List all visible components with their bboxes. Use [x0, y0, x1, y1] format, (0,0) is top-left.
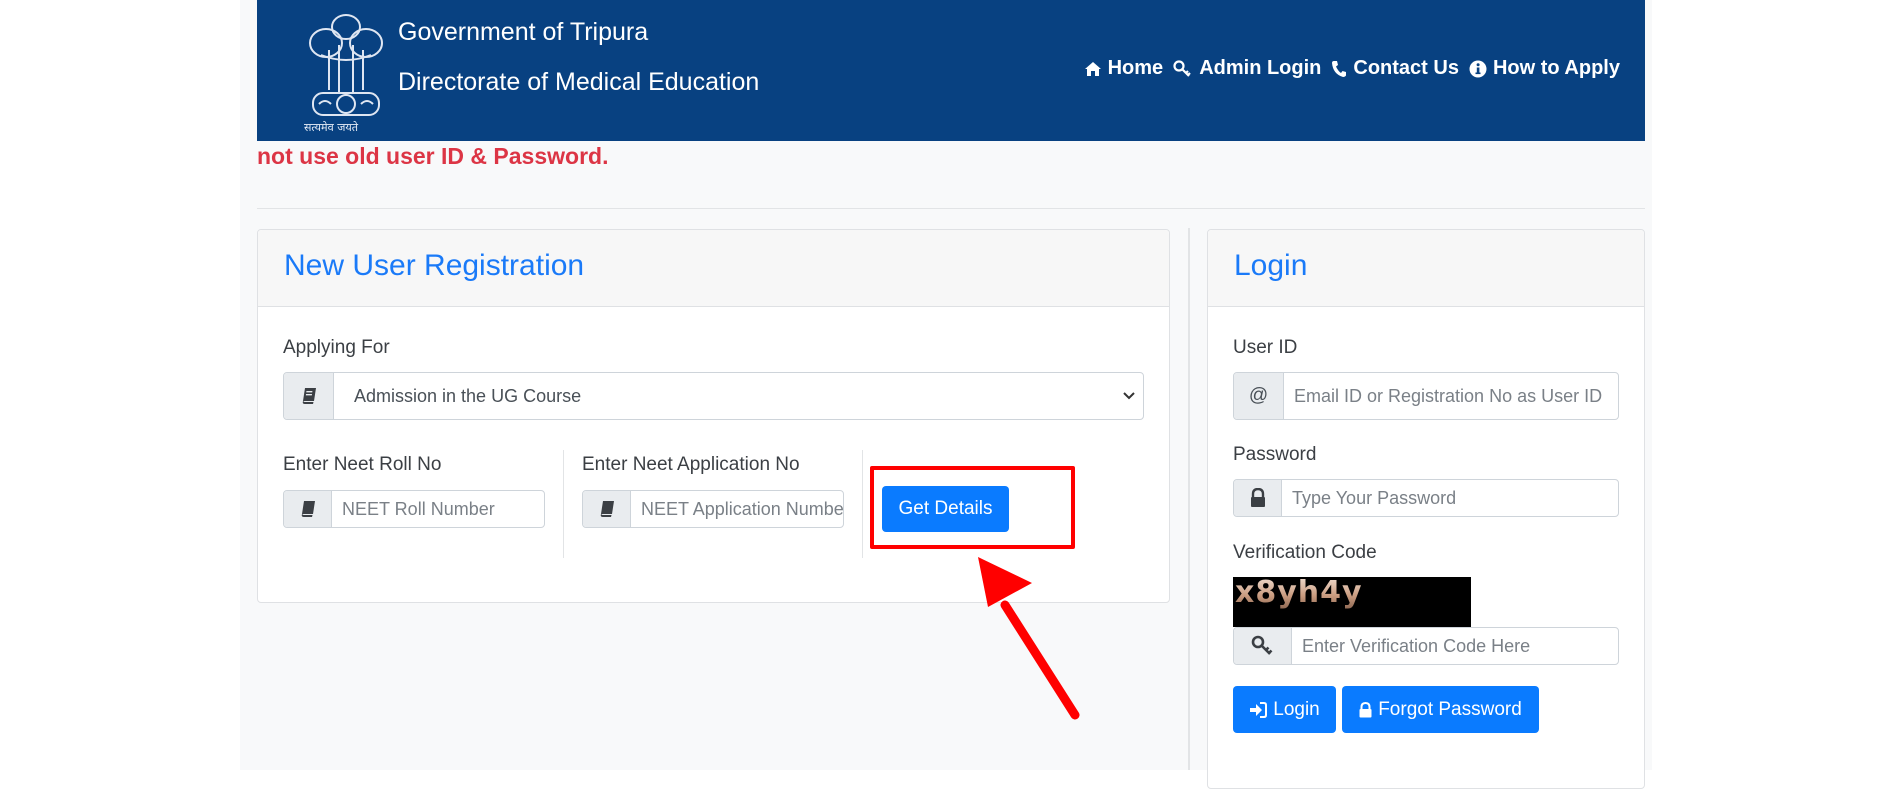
neet-roll-label: Enter Neet Roll No [283, 454, 442, 475]
at-sign-icon: @ [1234, 373, 1284, 419]
column-separator [862, 450, 863, 558]
user-id-input[interactable]: @ Email ID or Registration No as User ID [1233, 372, 1619, 420]
nav-admin-login[interactable]: Admin Login [1173, 57, 1321, 80]
nav-how-to-apply[interactable]: How to Apply [1469, 57, 1620, 80]
neet-application-placeholder: NEET Application Number [641, 498, 843, 519]
notice-marquee: not use old user ID & Password. [257, 143, 1645, 173]
home-icon [1084, 61, 1101, 76]
book-icon [284, 491, 332, 527]
captcha-text: x8yh4y [1235, 577, 1363, 610]
lock-icon [1359, 701, 1372, 717]
user-id-label: User ID [1233, 337, 1298, 358]
phone-icon [1332, 60, 1347, 77]
verification-code-label: Verification Code [1233, 542, 1377, 563]
neet-application-input[interactable]: NEET Application Number [582, 490, 844, 528]
national-emblem-icon [309, 14, 383, 116]
notice-text: not use old user ID & Password. [257, 143, 609, 169]
key-icon [1173, 59, 1191, 77]
verification-code-placeholder: Enter Verification Code Here [1302, 635, 1531, 656]
registration-card-header: New User Registration [258, 230, 1169, 307]
info-circle-icon [1469, 60, 1487, 77]
nav-contact-us[interactable]: Contact Us [1331, 57, 1459, 80]
top-nav: Home Admin Login Contact Us How to Apply [1084, 57, 1620, 80]
annotation-arrow-icon [978, 557, 1080, 720]
at-sign-text: @ [1248, 385, 1269, 406]
book-icon [583, 491, 631, 527]
login-button-label: Login [1273, 698, 1320, 720]
header-title-directorate: Directorate of Medical Education [398, 68, 760, 96]
column-divider [1188, 228, 1190, 770]
divider [257, 208, 1645, 209]
chevron-down-icon [1123, 392, 1135, 400]
applying-for-select[interactable]: Admission in the UG Course [283, 372, 1144, 420]
password-label: Password [1233, 444, 1317, 465]
login-card-header: Login [1208, 230, 1644, 307]
applying-for-label: Applying For [283, 337, 390, 358]
neet-roll-input[interactable]: NEET Roll Number [283, 490, 545, 528]
nav-admin-login-label: Admin Login [1199, 57, 1322, 79]
captcha-image: x8yh4y [1233, 577, 1471, 627]
annotation-highlight-box [870, 466, 1075, 549]
registration-title: New User Registration [284, 249, 585, 282]
key-icon [1234, 628, 1292, 664]
user-id-placeholder: Email ID or Registration No as User ID [1294, 385, 1603, 406]
login-title: Login [1234, 249, 1308, 282]
password-placeholder: Type Your Password [1292, 487, 1457, 508]
emblem-motto: सत्यमेव जयते [304, 121, 359, 134]
password-input[interactable]: Type Your Password [1233, 479, 1619, 517]
forgot-password-label: Forgot Password [1378, 698, 1522, 720]
lock-icon [1234, 480, 1282, 516]
neet-roll-placeholder: NEET Roll Number [342, 498, 495, 519]
book-icon [284, 373, 334, 419]
sign-in-icon [1250, 701, 1268, 718]
header-title-government: Government of Tripura [398, 18, 649, 46]
verification-code-input[interactable]: Enter Verification Code Here [1233, 627, 1619, 665]
forgot-password-button[interactable]: Forgot Password [1342, 686, 1539, 733]
applying-for-value: Admission in the UG Course [354, 385, 582, 406]
neet-application-label: Enter Neet Application No [582, 454, 800, 475]
nav-contact-us-label: Contact Us [1353, 57, 1459, 79]
nav-home[interactable]: Home [1084, 57, 1164, 80]
login-button[interactable]: Login [1233, 686, 1336, 733]
column-separator [563, 450, 564, 558]
nav-home-label: Home [1107, 57, 1164, 79]
nav-how-to-apply-label: How to Apply [1492, 57, 1620, 79]
